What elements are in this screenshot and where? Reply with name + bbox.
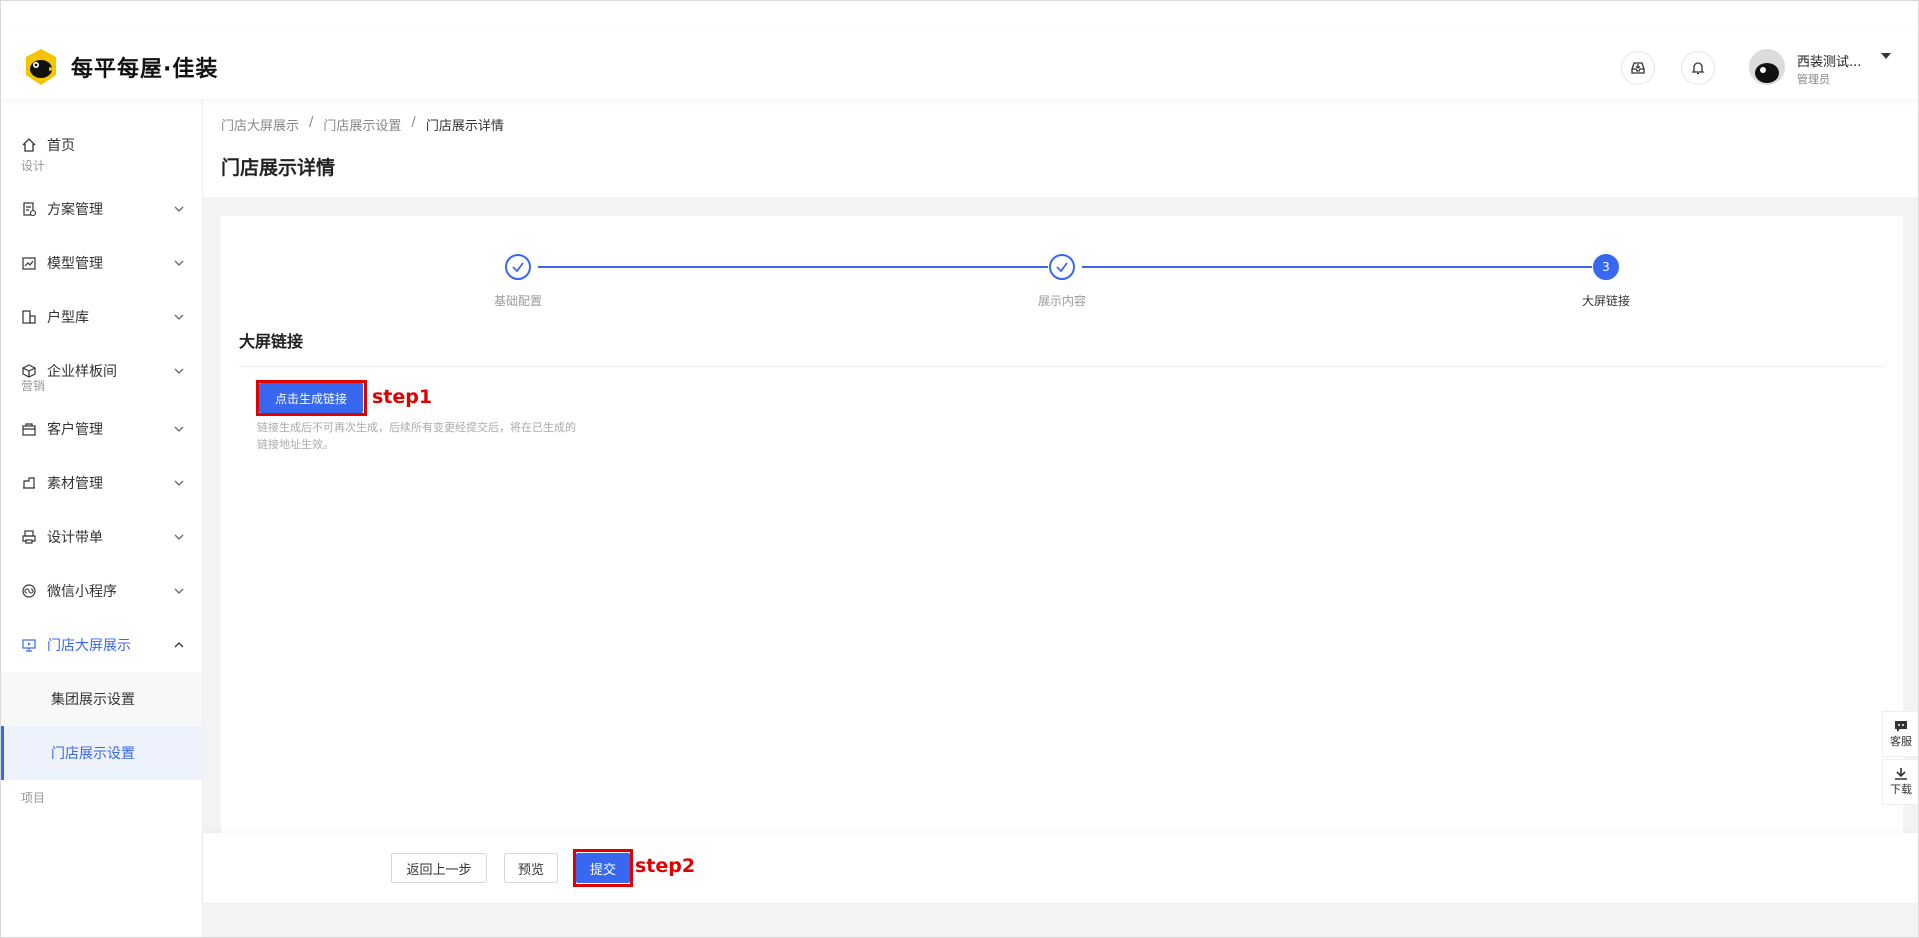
chevron-down-icon: [174, 206, 184, 212]
document-icon: [23, 202, 37, 217]
logo-icon: [26, 49, 57, 85]
divider: [239, 366, 1885, 367]
step-connector: [1082, 266, 1592, 268]
customer-service-button[interactable]: 客服: [1882, 711, 1918, 757]
steps: 基础配置 展示内容 3 大屏链接: [221, 246, 1903, 308]
app-window: 每平每屋·佳装 西装测试... 管理员 首页 设计 方案管理 模型管理 户型库 …: [0, 0, 1919, 938]
sidebar: 首页 设计 方案管理 模型管理 户型库 企业样板间 营销 客户管理 素材管理 设…: [1, 99, 203, 937]
sidebar-item-floorplans[interactable]: 户型库: [1, 290, 202, 344]
step-connector: [538, 266, 1048, 268]
sidebar-subitem-store-display[interactable]: 门店展示设置: [1, 726, 202, 780]
sidebar-item-label: 客户管理: [47, 422, 103, 438]
floating-toolbar: 客服 下载: [1882, 711, 1918, 807]
home-icon: [22, 138, 36, 152]
breadcrumb-item[interactable]: 门店展示设置: [323, 115, 401, 134]
customer-icon: [22, 423, 36, 436]
chevron-down-icon: [174, 260, 184, 266]
chevron-down-icon: [174, 588, 184, 594]
sidebar-item-label: 企业样板间: [47, 364, 117, 380]
user-role: 管理员: [1797, 73, 1830, 86]
annotation-label-step1: step1: [372, 386, 433, 408]
chevron-down-icon: [174, 314, 184, 320]
user-name[interactable]: 西装测试...: [1797, 51, 1861, 70]
avatar[interactable]: [1749, 49, 1785, 85]
chevron-down-icon[interactable]: [1881, 53, 1891, 59]
notification-button[interactable]: [1681, 51, 1715, 85]
breadcrumb-current: 门店展示详情: [425, 119, 504, 134]
back-button[interactable]: 返回上一步: [391, 853, 487, 883]
step-label: 展示内容: [1037, 294, 1086, 308]
sidebar-item-store-screen[interactable]: 门店大屏展示: [1, 618, 202, 672]
sidebar-item-label: 模型管理: [47, 256, 103, 272]
inbox-icon: [1631, 62, 1645, 74]
chevron-down-icon: [174, 426, 184, 432]
sidebar-group-design: 设计: [21, 159, 46, 173]
chevron-down-icon: [174, 534, 184, 540]
download-label: 下载: [1890, 783, 1912, 796]
chevron-down-icon: [174, 368, 184, 374]
footer-actions: 返回上一步 预览 提交 step2: [203, 833, 1918, 903]
annotation-box-step1: [256, 380, 367, 416]
sidebar-item-label: 方案管理: [47, 202, 103, 218]
sidebar-item-label: 户型库: [47, 310, 89, 326]
sidebar-item-label: 首页: [47, 138, 75, 154]
floorplan-icon: [22, 310, 36, 324]
step-2-done: [1049, 254, 1075, 280]
section-title: 大屏链接: [239, 332, 304, 351]
sidebar-item-plans[interactable]: 方案管理: [1, 182, 202, 236]
material-icon: [23, 477, 35, 489]
step-1-done: [505, 254, 531, 280]
chevron-down-icon: [174, 480, 184, 486]
avatar-icon: [1749, 49, 1785, 85]
hint-text: 链接生成后不可再次生成，后续所有变更经提交后，将在已生成的链接地址生效。: [257, 421, 576, 451]
check-icon: [512, 262, 524, 273]
sidebar-item-design-orders[interactable]: 设计带单: [1, 510, 202, 564]
check-icon: [1056, 262, 1068, 273]
annotation-label-step2: step2: [635, 855, 696, 877]
sidebar-subitem-group-display[interactable]: 集团展示设置: [1, 672, 202, 726]
sidebar-group-marketing: 营销: [21, 379, 46, 393]
chevron-up-icon: [174, 642, 184, 648]
bell-icon: [1691, 62, 1705, 75]
inbox-button[interactable]: [1621, 51, 1655, 85]
chart-icon: [22, 257, 36, 270]
breadcrumb-item[interactable]: 门店大屏展示: [221, 115, 299, 134]
breadcrumb-separator: /: [411, 115, 416, 130]
top-header: 每平每屋·佳装 西装测试... 管理员: [1, 31, 1918, 99]
page-header: 门店大屏展示 / 门店展示设置 / 门店展示详情 门店展示详情: [203, 99, 1918, 197]
detail-card: 基础配置 展示内容 3 大屏链接 大屏链接 点击生成链接 step1 链接生成后…: [221, 216, 1903, 836]
sidebar-item-label: 门店大屏展示: [47, 638, 131, 654]
sidebar-item-label: 素材管理: [47, 476, 103, 492]
sidebar-item-wechat-miniprogram[interactable]: 微信小程序: [1, 564, 202, 618]
step-number: 3: [1602, 260, 1610, 274]
download-icon: [1895, 768, 1907, 780]
step-label: 大屏链接: [1581, 294, 1630, 308]
sidebar-item-materials[interactable]: 素材管理: [1, 456, 202, 510]
sidebar-group-project: 项目: [21, 791, 46, 805]
printer-icon: [22, 530, 36, 544]
brand-logo[interactable]: 每平每屋·佳装: [21, 47, 218, 87]
annotation-box-step2: [573, 849, 633, 887]
logo-text: 每平每屋·佳装: [71, 57, 219, 82]
sidebar-item-customers[interactable]: 客户管理: [1, 402, 202, 456]
breadcrumb: 门店大屏展示 / 门店展示设置 / 门店展示详情: [221, 115, 504, 134]
breadcrumb-separator: /: [309, 115, 314, 130]
step-3-current: 3: [1593, 254, 1619, 280]
download-button[interactable]: 下载: [1882, 759, 1918, 805]
sidebar-item-label: 微信小程序: [47, 584, 117, 600]
preview-button[interactable]: 预览: [504, 853, 558, 883]
screen-icon: [22, 639, 36, 652]
miniprogram-icon: [22, 584, 36, 598]
customer-service-label: 客服: [1890, 735, 1912, 748]
chat-icon: [1895, 721, 1907, 732]
sidebar-item-label: 设计带单: [47, 530, 103, 546]
step-label: 基础配置: [493, 294, 542, 308]
page-title: 门店展示详情: [221, 157, 336, 179]
sidebar-item-models[interactable]: 模型管理: [1, 236, 202, 290]
